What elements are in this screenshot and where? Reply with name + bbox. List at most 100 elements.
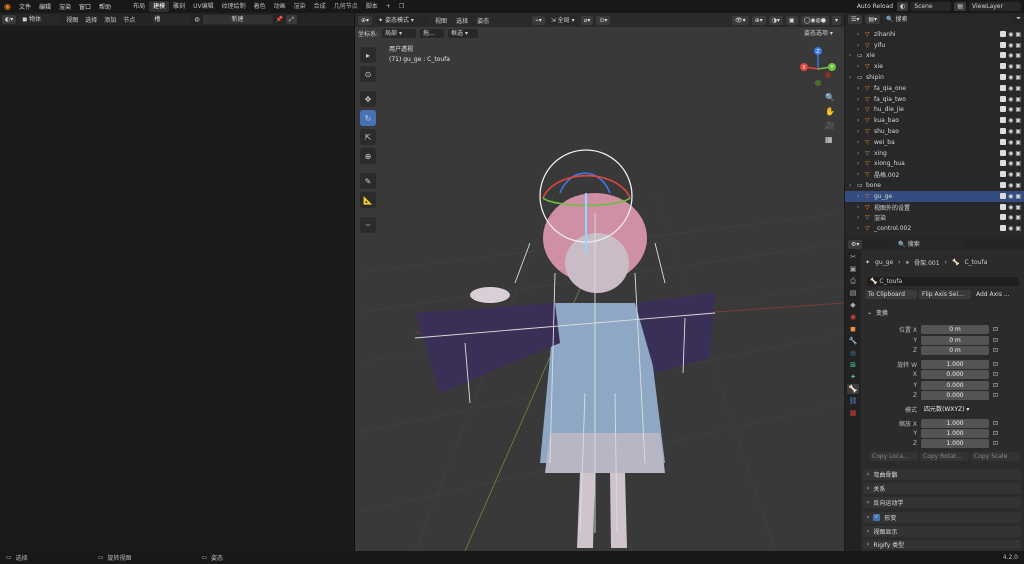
left-menu-select[interactable]: 选择	[83, 15, 99, 24]
outliner-row[interactable]: › ▽ zihanhi ◉ ▣	[845, 29, 1024, 40]
camera-icon[interactable]: ▣	[1015, 74, 1021, 81]
camera-icon[interactable]: ▣	[1015, 182, 1021, 189]
material-sphere-icon[interactable]: ◍	[194, 16, 199, 23]
eye-icon[interactable]: ◉	[1008, 139, 1013, 146]
cursor-tool-icon[interactable]: ⊙	[360, 66, 376, 82]
editor-divider[interactable]	[354, 13, 355, 551]
outliner-row[interactable]: › ▽ yifu ◉ ▣	[845, 40, 1024, 51]
camera-icon[interactable]: ▣	[1015, 96, 1021, 103]
outliner-row[interactable]: › ▽ _control.002 ◉ ▣	[845, 223, 1024, 234]
exclude-checkbox-icon[interactable]	[1000, 117, 1007, 124]
expand-arrow-icon[interactable]: ›	[857, 204, 865, 211]
expand-arrow-icon[interactable]: ›	[849, 74, 857, 81]
new-button[interactable]: 新建	[202, 15, 273, 24]
menu-help[interactable]: 帮助	[95, 2, 115, 11]
move-tool-icon[interactable]: ✥	[360, 91, 376, 107]
camera-icon[interactable]: ▣	[1015, 150, 1021, 157]
3d-viewport[interactable]: ⊕▾ ✦ 姿态模式 ▾ 视图 选择 姿态 ⌁▾ ⇲ 全局 ▾ ⌀▾ ⊙▾ 👁▾ …	[355, 13, 844, 551]
exclude-checkbox-icon[interactable]	[1000, 41, 1007, 48]
expand-arrow-icon[interactable]: ›	[857, 117, 865, 124]
outliner-row[interactable]: › ▽ 视图外的设置 ◉ ▣	[845, 202, 1024, 213]
transform-space-selector[interactable]: 局部 ▾	[382, 28, 417, 38]
copy-icon[interactable]: ❐	[395, 1, 408, 12]
shading-options-icon[interactable]: ▾	[831, 15, 841, 25]
transform-panel-header[interactable]: ⌄ 变换	[863, 307, 1021, 318]
modifier-tab-icon[interactable]: 🔧	[847, 336, 859, 346]
camera-icon[interactable]: ▣	[1015, 63, 1021, 70]
filter-icon[interactable]: ⏷	[1016, 15, 1021, 23]
exclude-checkbox-icon[interactable]	[1000, 106, 1007, 113]
expand-arrow-icon[interactable]: ›	[857, 225, 865, 232]
exclude-checkbox-icon[interactable]	[1000, 192, 1007, 199]
viewport-menu-select[interactable]: 选择	[453, 16, 471, 25]
layer-icon[interactable]: ▤	[954, 2, 966, 11]
rotation-w-field[interactable]: 1.000	[921, 359, 989, 369]
workspace-tab-texture-paint[interactable]: 纹理绘制	[218, 1, 250, 12]
lock-icon[interactable]: ⊡	[993, 347, 998, 354]
eye-icon[interactable]: ◉	[1008, 96, 1013, 103]
expand-arrow-icon[interactable]: ›	[857, 150, 865, 157]
exclude-checkbox-icon[interactable]	[1000, 214, 1007, 221]
lock-icon[interactable]: ⊡	[993, 430, 998, 437]
outliner-row[interactable]: › ▽ fa_qia_one ◉ ▣	[845, 83, 1024, 94]
copy-rotation-button[interactable]: Copy Rotat...	[920, 452, 969, 461]
location-y-field[interactable]: 0 m	[921, 335, 989, 345]
expand-arrow-icon[interactable]: ›	[857, 63, 865, 70]
lock-icon[interactable]: ⊡	[993, 440, 998, 447]
workspace-tab-geometry-nodes[interactable]: 几何节点	[330, 1, 362, 12]
exclude-checkbox-icon[interactable]	[1000, 149, 1007, 156]
scene-selector[interactable]: Scene	[911, 2, 952, 11]
exclude-checkbox-icon[interactable]	[1000, 52, 1007, 59]
outliner-row[interactable]: › ▽ shu_bao ◉ ▣	[845, 126, 1024, 137]
output-tab-icon[interactable]: ⎙	[847, 276, 859, 286]
rotation-mode-selector[interactable]: 四元数(WXYZ) ▾	[921, 404, 989, 414]
navigation-gizmo[interactable]: Z Y X	[796, 45, 844, 95]
exclude-checkbox-icon[interactable]	[1000, 128, 1007, 135]
exclude-checkbox-icon[interactable]	[1000, 74, 1007, 81]
lock-icon[interactable]: ⊡	[993, 371, 998, 378]
viewport-editor-type-icon[interactable]: ⊕▾	[358, 15, 373, 25]
add-axis-button[interactable]: Add Axis ...	[973, 290, 1021, 299]
workspace-tab-uv[interactable]: UV编辑	[189, 1, 218, 12]
exclude-checkbox-icon[interactable]	[1000, 84, 1007, 91]
tool-tab-icon[interactable]: ✂	[847, 252, 859, 262]
bone-name-field[interactable]: 🦴 C_toufa	[867, 277, 1019, 286]
select-box-tool-icon[interactable]: ▸	[360, 47, 376, 63]
workspace-tab-sculpting[interactable]: 雕刻	[169, 1, 189, 12]
drag-selector[interactable]: 框选 ▾	[448, 28, 479, 38]
scale-z-field[interactable]: 1.000	[921, 438, 989, 448]
relax-tool-icon[interactable]: ⌣	[360, 217, 376, 233]
expand-arrow-icon[interactable]: ›	[857, 214, 865, 221]
camera-view-icon[interactable]: 🎥	[825, 121, 835, 130]
exclude-checkbox-icon[interactable]	[1000, 63, 1007, 70]
outliner-row[interactable]: › ▽ 渲染 ◉ ▣	[845, 213, 1024, 224]
expand-arrow-icon[interactable]: ›	[857, 128, 865, 135]
lock-icon[interactable]: ⊡	[993, 337, 998, 344]
object-mode-selector[interactable]: ◼ 物体	[19, 15, 62, 24]
camera-icon[interactable]: ▣	[1015, 225, 1021, 232]
scene-tab-icon[interactable]: ◆	[847, 300, 859, 310]
left-menu-node[interactable]: 节点	[121, 15, 137, 24]
outliner-row[interactable]: › ▽ 晶格.002 ◉ ▣	[845, 169, 1024, 180]
camera-icon[interactable]: ▣	[1015, 128, 1021, 135]
pivot-selector[interactable]: 拖...	[420, 28, 445, 38]
eye-icon[interactable]: ◉	[1008, 85, 1013, 92]
exclude-checkbox-icon[interactable]	[1000, 138, 1007, 145]
view-layer-selector[interactable]: ViewLayer	[969, 2, 1021, 11]
ortho-grid-icon[interactable]: ▦	[825, 135, 835, 144]
outliner-row[interactable]: › ▭ bone ◉ ▣	[845, 180, 1024, 191]
expand-arrow-icon[interactable]: ›	[849, 52, 857, 59]
lock-icon[interactable]: ⊡	[993, 361, 998, 368]
rotation-y-field[interactable]: 0.000	[921, 380, 989, 390]
deform-panel[interactable]: › ✓ 形变	[863, 512, 1021, 523]
render-tab-icon[interactable]: ▣	[847, 264, 859, 274]
expand-arrow-icon[interactable]: ›	[857, 85, 865, 92]
bone-tab-icon[interactable]: 🦴	[847, 384, 859, 394]
eye-icon[interactable]: ◉	[1008, 171, 1013, 178]
relations-panel[interactable]: › 关系	[863, 483, 1021, 494]
eye-icon[interactable]: ◉	[1008, 214, 1013, 221]
outliner-row[interactable]: › ▽ kua_bao ◉ ▣	[845, 115, 1024, 126]
exclude-checkbox-icon[interactable]	[1000, 225, 1007, 232]
menu-edit[interactable]: 编辑	[35, 2, 55, 11]
lock-icon[interactable]: ⊡	[993, 382, 998, 389]
